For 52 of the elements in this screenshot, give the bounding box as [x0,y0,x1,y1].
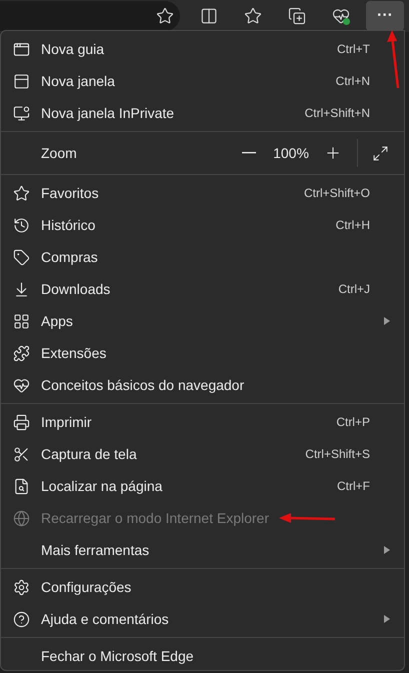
tab-icon [13,40,30,58]
menu-item[interactable]: Favoritos Ctrl+Shift+O [1,177,404,209]
menu-item[interactable]: Ajuda e comentários [1,603,404,635]
menu-item[interactable]: Histórico Ctrl+H [1,209,404,241]
menu-item[interactable]: Nova janela Ctrl+N [1,65,404,97]
tag-icon [13,248,30,266]
menu-item[interactable]: Imprimir Ctrl+P [1,406,404,438]
menu-item[interactable]: Apps [1,305,404,337]
apps-icon [13,312,30,330]
menu-item[interactable]: Mais ferramentas [1,534,404,566]
find-page-icon [13,478,30,494]
shortcut-text: Ctrl+Shift+S [305,446,370,463]
window-icon [13,72,30,90]
menu-item[interactable]: Fechar o Microsoft Edge [1,640,404,672]
shortcut-text: Ctrl+T [337,41,370,58]
help-icon [13,610,30,628]
star-icon [156,7,174,25]
annotation-arrow [279,512,337,524]
shortcut-text: Ctrl+J [338,281,370,298]
fullscreen-icon [372,144,388,162]
menu-item[interactable]: Captura de tela Ctrl+Shift+S [1,438,404,470]
shortcut-text: Ctrl+F [337,478,370,495]
menu-item[interactable]: Nova janela InPrivate Ctrl+Shift+N [1,97,404,129]
shortcut-text: Ctrl+N [336,73,370,90]
minus-icon [242,152,256,154]
zoom-label: Zoom [41,144,78,162]
printer-icon [13,414,30,430]
split-screen-icon [200,7,218,25]
menu-item[interactable]: Compras [1,241,404,273]
heart-pulse-icon [13,376,30,394]
menu-item[interactable]: Nova guia Ctrl+T [1,33,404,65]
history-icon [13,216,30,234]
menu-item[interactable]: Localizar na página Ctrl+F [1,470,404,502]
settings-icon [13,578,30,596]
menu-item[interactable]: Extensões [1,337,404,369]
zoom-value: 100% [272,144,310,162]
menu-item[interactable]: Conceitos básicos do navegador [1,369,404,401]
shortcut-text: Ctrl+H [336,217,370,234]
download-icon [13,280,30,298]
submenu-caret-icon [384,615,390,623]
heart-pulse-icon [332,7,350,25]
annotation-arrow [386,30,402,90]
puzzle-icon [13,344,30,362]
shortcut-text: Ctrl+Shift+N [304,105,370,122]
menu-item[interactable]: Configurações [1,571,404,603]
menu-item[interactable]: Downloads Ctrl+J [1,273,404,305]
submenu-caret-icon [384,317,390,325]
shortcut-text: Ctrl+Shift+O [304,185,370,202]
more-button[interactable]: ··· [366,1,404,31]
submenu-caret-icon [384,546,390,554]
shortcut-text: Ctrl+P [336,414,370,431]
collections-icon [288,7,306,25]
